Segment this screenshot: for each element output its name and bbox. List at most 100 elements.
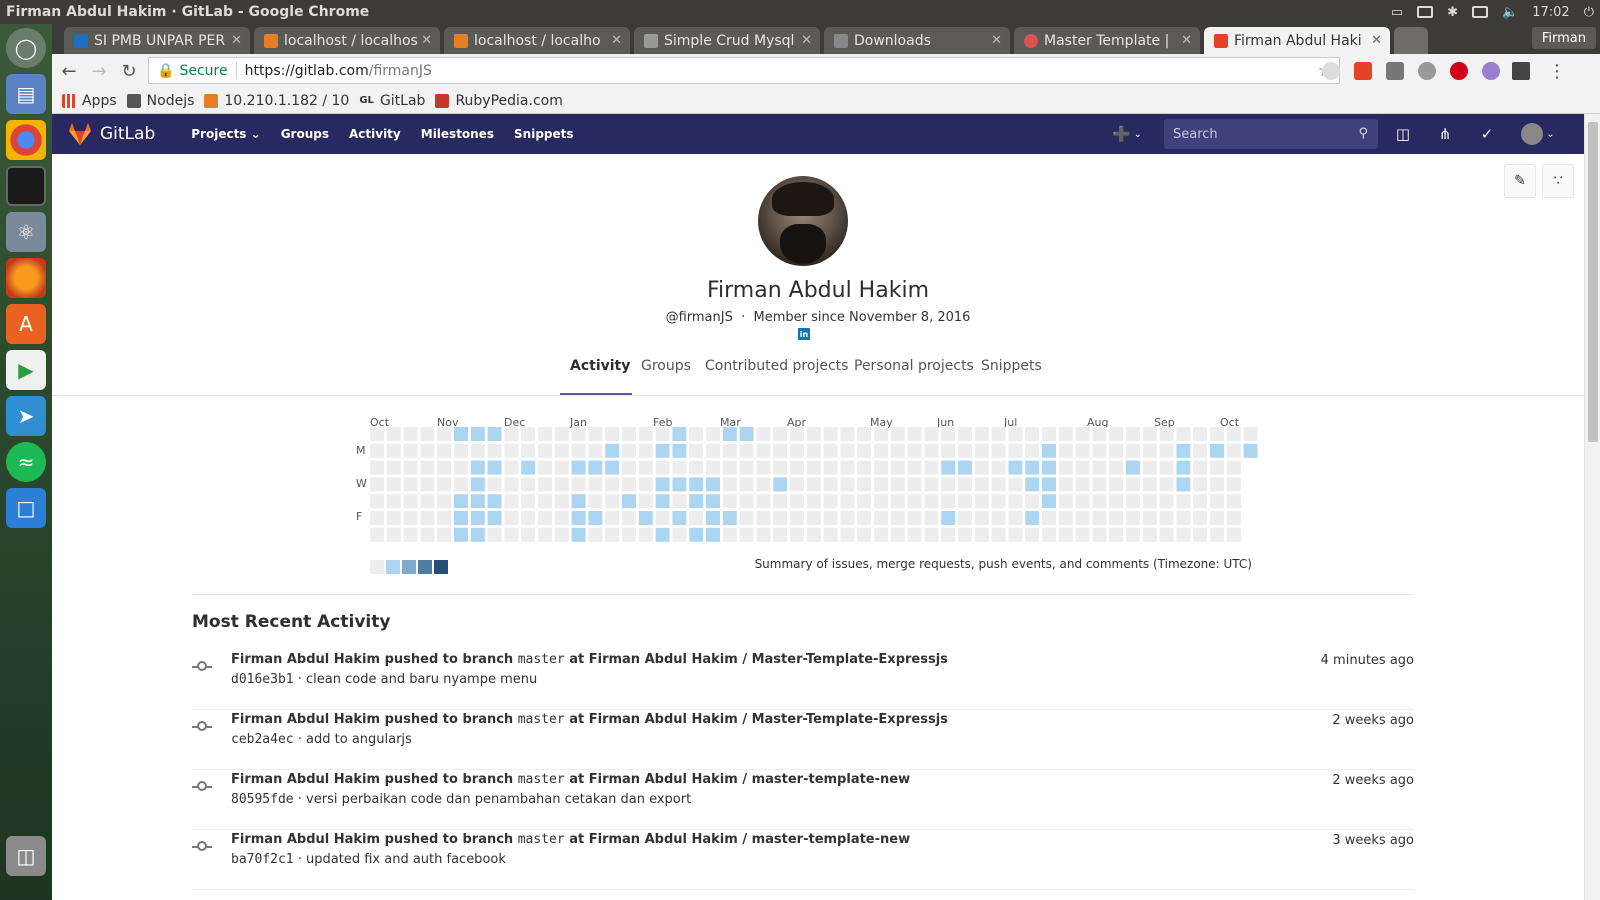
commit-sha[interactable]: ba70f2c1 [231, 852, 294, 867]
calendar-day[interactable] [991, 527, 1006, 542]
calendar-day[interactable] [1210, 477, 1224, 492]
merge-request-icon[interactable]: ⋔ [1434, 123, 1456, 145]
calendar-day[interactable] [403, 494, 418, 509]
calendar-day[interactable] [941, 527, 956, 542]
calendar-day[interactable] [370, 527, 384, 542]
calendar-day[interactable] [790, 427, 804, 441]
calendar-day[interactable] [991, 460, 1006, 475]
calendar-day-active[interactable] [1025, 477, 1040, 492]
calendar-day-active[interactable] [941, 511, 956, 525]
calendar-day[interactable] [958, 443, 972, 458]
calendar-day[interactable] [420, 511, 435, 525]
calendar-day-active[interactable] [773, 477, 788, 492]
calendar-day[interactable] [638, 443, 653, 458]
adblock-icon[interactable] [1450, 62, 1468, 80]
calendar-day[interactable] [454, 460, 468, 475]
calendar-day-active[interactable] [470, 460, 485, 475]
calendar-day-active[interactable] [941, 460, 956, 475]
calendar-day-active[interactable] [722, 427, 737, 441]
network-icon[interactable]: ▭ [1391, 5, 1403, 20]
editor-icon[interactable]: □ [6, 488, 46, 528]
event-branch[interactable]: master [518, 772, 565, 787]
calendar-day[interactable] [924, 494, 939, 509]
calendar-day-active[interactable] [487, 511, 502, 525]
calendar-day[interactable] [655, 427, 670, 441]
calendar-day[interactable] [974, 427, 989, 441]
calendar-day-active[interactable] [1042, 477, 1056, 492]
calendar-day[interactable] [1058, 527, 1073, 542]
calendar-day[interactable] [840, 460, 855, 475]
calendar-day[interactable] [1058, 494, 1073, 509]
calendar-day[interactable] [554, 427, 569, 441]
calendar-day[interactable] [1075, 443, 1090, 458]
calendar-day[interactable] [1193, 427, 1208, 441]
calendar-day[interactable] [706, 427, 720, 441]
calendar-day[interactable] [638, 527, 653, 542]
calendar-day[interactable] [554, 477, 569, 492]
calendar-day-active[interactable] [571, 511, 586, 525]
calendar-day[interactable] [504, 443, 519, 458]
calendar-day[interactable] [403, 527, 418, 542]
calendar-day[interactable] [605, 511, 620, 525]
calendar-day[interactable] [538, 477, 552, 492]
calendar-day[interactable] [403, 477, 418, 492]
calendar-day[interactable] [1025, 443, 1040, 458]
calendar-day[interactable] [840, 427, 855, 441]
calendar-day[interactable] [1058, 477, 1073, 492]
files-icon[interactable]: ▤ [6, 74, 46, 114]
calendar-day[interactable] [1193, 527, 1208, 542]
calendar-day[interactable] [941, 477, 956, 492]
calendar-day[interactable] [689, 511, 704, 525]
calendar-day[interactable] [588, 527, 603, 542]
calendar-day-active[interactable] [571, 527, 586, 542]
calendar-day[interactable] [1075, 527, 1090, 542]
commit-sha[interactable]: d016e3b1 [231, 672, 294, 687]
calendar-day[interactable] [907, 511, 922, 525]
event-author[interactable]: Firman Abdul Hakim [231, 772, 380, 787]
calendar-day[interactable] [538, 443, 552, 458]
bluetooth-icon[interactable]: ✱ [1447, 5, 1458, 20]
calendar-day[interactable] [622, 527, 636, 542]
calendar-day[interactable] [974, 460, 989, 475]
calendar-day[interactable] [857, 460, 872, 475]
dash-home-icon[interactable]: ◯ [6, 28, 46, 68]
calendar-day[interactable] [806, 494, 821, 509]
calendar-day[interactable] [1075, 511, 1090, 525]
calendar-day[interactable] [890, 494, 905, 509]
calendar-day[interactable] [790, 511, 804, 525]
calendar-day[interactable] [924, 477, 939, 492]
calendar-day[interactable] [958, 527, 972, 542]
calendar-day-active[interactable] [571, 494, 586, 509]
calendar-day[interactable] [974, 494, 989, 509]
edit-profile-pencil-icon[interactable]: ✎ [1504, 164, 1536, 198]
calendar-day[interactable] [1159, 477, 1174, 492]
calendar-day[interactable] [756, 511, 771, 525]
calendar-day[interactable] [386, 477, 401, 492]
calendar-day[interactable] [1142, 443, 1157, 458]
calendar-day[interactable] [1008, 477, 1023, 492]
calendar-day[interactable] [504, 427, 519, 441]
calendar-day-active[interactable] [672, 427, 687, 441]
calendar-day[interactable] [890, 527, 905, 542]
calendar-day[interactable] [1092, 427, 1107, 441]
nav-groups[interactable]: Groups [281, 127, 329, 141]
calendar-day[interactable] [924, 460, 939, 475]
calendar-day[interactable] [874, 494, 888, 509]
atom-icon[interactable]: ⚛ [6, 212, 46, 252]
forward-icon[interactable]: → [86, 58, 112, 84]
calendar-day[interactable] [806, 443, 821, 458]
calendar-day[interactable] [739, 443, 754, 458]
calendar-day-active[interactable] [672, 443, 687, 458]
calendar-day[interactable] [538, 494, 552, 509]
browser-tab[interactable]: Master Template | ✕ [1014, 27, 1200, 54]
search-input[interactable]: Search ⚲ [1164, 119, 1378, 149]
calendar-day[interactable] [571, 443, 586, 458]
calendar-day[interactable] [874, 427, 888, 441]
calendar-day-active[interactable] [689, 527, 704, 542]
close-icon[interactable]: ✕ [231, 33, 242, 48]
calendar-day[interactable] [840, 527, 855, 542]
extension-icon[interactable] [1418, 62, 1436, 80]
calendar-day[interactable] [1176, 427, 1191, 441]
calendar-day[interactable] [1142, 477, 1157, 492]
calendar-day[interactable] [538, 427, 552, 441]
